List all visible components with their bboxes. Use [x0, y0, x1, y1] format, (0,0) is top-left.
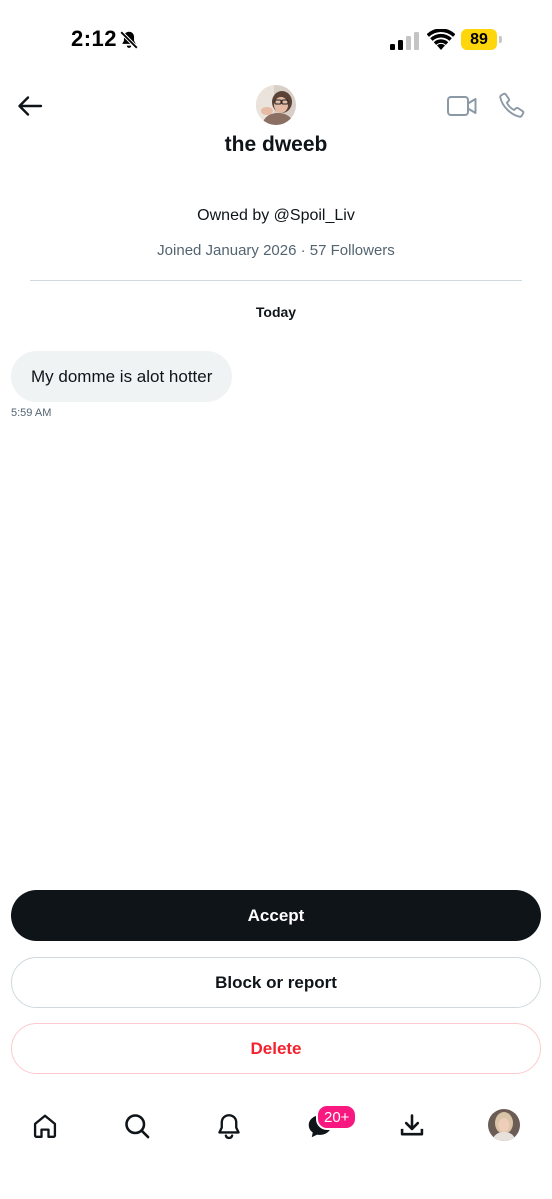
conversation-title: the dweeb — [224, 133, 328, 156]
back-arrow-icon — [18, 96, 43, 116]
home-icon — [33, 1114, 57, 1139]
message-timestamp: 5:59 AM — [11, 407, 52, 419]
avatar[interactable] — [256, 85, 296, 125]
signal-icon — [390, 32, 419, 50]
joined-info: Joined January 2026 · 57 Followers — [157, 242, 395, 259]
phone-icon — [499, 92, 525, 118]
bell-icon — [218, 1114, 240, 1140]
profile-avatar-image — [488, 1109, 520, 1141]
date-separator: Today — [255, 304, 297, 320]
nav-notifications[interactable] — [213, 1110, 245, 1142]
nav-profile-avatar[interactable] — [488, 1109, 520, 1141]
battery-indicator: 89 — [461, 29, 497, 50]
avatar-image — [256, 85, 296, 125]
message-bubble[interactable]: My domme is alot hotter — [11, 351, 233, 402]
accept-button[interactable]: Accept — [11, 890, 541, 941]
nav-home[interactable] — [29, 1110, 61, 1142]
status-bar: 2:12 89 — [0, 0, 552, 80]
video-call-button[interactable] — [446, 92, 478, 120]
block-or-report-button[interactable]: Block or report — [11, 957, 541, 1008]
battery-cap — [499, 36, 502, 43]
search-icon — [125, 1114, 150, 1139]
status-time: 2:12 — [71, 26, 118, 51]
back-button[interactable] — [14, 90, 46, 122]
delete-button[interactable]: Delete — [11, 1023, 541, 1074]
download-icon — [400, 1114, 424, 1136]
bottom-nav — [0, 1100, 552, 1160]
divider — [30, 280, 522, 281]
voice-call-button[interactable] — [498, 91, 526, 119]
battery-level: 89 — [470, 30, 488, 48]
owned-by-text: Owned by @Spoil_Liv — [197, 207, 355, 224]
nav-downloads[interactable] — [396, 1110, 428, 1142]
messages-badge: 20+ — [316, 1104, 358, 1130]
bell-slash-icon — [119, 30, 139, 50]
video-camera-icon — [447, 96, 477, 116]
wifi-icon — [427, 29, 455, 50]
nav-search[interactable] — [121, 1110, 153, 1142]
